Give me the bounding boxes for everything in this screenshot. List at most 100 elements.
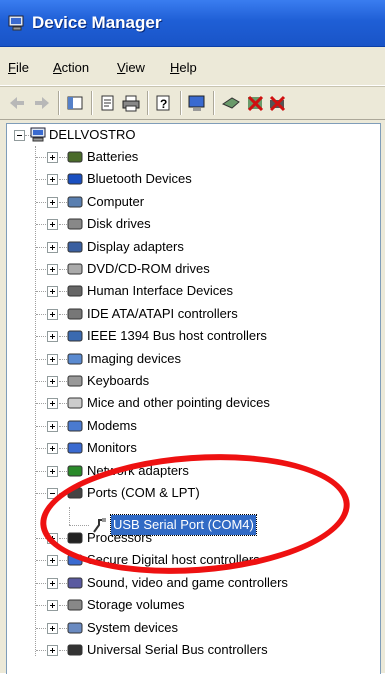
tree-connector: [59, 470, 67, 473]
usb-serial-port-label: USB Serial Port (COM4): [110, 514, 257, 536]
tree-category-row[interactable]: Disk drives: [7, 214, 367, 234]
sound-icon: [67, 577, 83, 589]
collapse-icon[interactable]: [14, 130, 25, 141]
expand-icon[interactable]: [47, 331, 58, 343]
expand-icon[interactable]: [47, 286, 58, 298]
expand-icon[interactable]: [47, 645, 58, 656]
tree-category-row[interactable]: Storage volumes: [7, 595, 367, 615]
expand-icon[interactable]: [47, 308, 58, 320]
toolbar-separator: [58, 91, 60, 115]
tree-connector: [59, 291, 67, 293]
expand-icon[interactable]: [47, 465, 58, 477]
help-icon[interactable]: ?: [155, 94, 173, 112]
tree-root-row[interactable]: DELLVOSTRO: [7, 125, 367, 145]
tree-category-label: Secure Digital host controllers: [87, 552, 260, 568]
tree-category-label: Batteries: [87, 149, 139, 164]
expand-icon[interactable]: [47, 622, 58, 634]
collapse-icon[interactable]: [47, 488, 58, 499]
expand-icon[interactable]: [47, 555, 58, 567]
tree-connector: [36, 157, 46, 159]
tree-connector: [36, 224, 46, 226]
hid-icon: [67, 285, 83, 297]
menu-help[interactable]: Help: [170, 60, 197, 75]
tree-connector: [36, 269, 46, 271]
tree-connector: [59, 650, 67, 652]
tree-category-row[interactable]: Display adapters: [7, 237, 367, 257]
tree-category-label: Mice and other pointing devices: [87, 395, 270, 411]
mouse-icon: [67, 397, 83, 409]
menu-file[interactable]: File: [8, 60, 29, 75]
tree-category-row[interactable]: Human Interface Devices: [7, 281, 367, 301]
tree-connector: [59, 560, 67, 562]
battery-icon: [67, 151, 83, 163]
tree-connector: [36, 246, 46, 249]
expand-icon[interactable]: [47, 152, 58, 163]
disable-icon[interactable]: [268, 94, 286, 112]
expand-icon[interactable]: [47, 174, 58, 186]
tree-category-row[interactable]: Mice and other pointing devices: [7, 393, 367, 413]
tree-category-label: Universal Serial Bus controllers: [87, 642, 268, 657]
title-bar[interactable]: Device Manager: [0, 0, 385, 47]
menu-action[interactable]: Action: [53, 60, 89, 75]
expand-icon[interactable]: [47, 196, 58, 208]
tree-connector: [59, 627, 67, 630]
toolbar: ?: [0, 86, 385, 120]
expand-icon[interactable]: [47, 264, 58, 275]
tree-category-label: DVD/CD-ROM drives: [87, 261, 210, 276]
tree-category-row[interactable]: System devices: [7, 618, 367, 638]
menu-view[interactable]: View: [117, 60, 145, 75]
tree-category-row[interactable]: Keyboards: [7, 371, 367, 391]
tree-category-row[interactable]: Monitors: [7, 438, 367, 458]
bluetooth-icon: [67, 173, 83, 185]
update-driver-icon[interactable]: [222, 94, 240, 112]
tree-connector: [36, 291, 46, 293]
tree-connector: [36, 605, 46, 607]
expand-icon[interactable]: [47, 443, 58, 455]
tree-category-label: Ports (COM & LPT): [87, 485, 200, 500]
print-icon[interactable]: [122, 94, 140, 112]
tree-category-row[interactable]: Sound, video and game controllers: [7, 573, 367, 593]
tree-category-label: Modems: [87, 417, 137, 433]
expand-icon[interactable]: [47, 241, 58, 253]
toolbar-separator: [213, 91, 215, 115]
tree-category-row[interactable]: Computer: [7, 192, 367, 212]
tree-connector: [59, 269, 67, 271]
tree-category-label: Disk drives: [87, 216, 151, 232]
expand-icon[interactable]: [47, 577, 58, 589]
tree-category-label: System devices: [87, 619, 179, 635]
sd-host-icon: [67, 554, 83, 566]
tree-category-row[interactable]: Universal Serial Bus controllers: [7, 640, 367, 660]
back-icon[interactable]: [8, 94, 26, 112]
expand-icon[interactable]: [47, 219, 58, 231]
port-connector-icon: [93, 518, 106, 533]
tree-category-row[interactable]: Ports (COM & LPT): [7, 483, 367, 503]
tree-connector: [36, 538, 46, 540]
tree-category-row[interactable]: DVD/CD-ROM drives: [7, 259, 367, 279]
tree-connector: [36, 381, 46, 383]
expand-icon[interactable]: [47, 600, 58, 612]
properties-icon[interactable]: [99, 94, 117, 112]
tree-category-row[interactable]: IEEE 1394 Bus host controllers: [7, 326, 367, 346]
modem-icon: [67, 420, 83, 432]
tree-category-row[interactable]: Secure Digital host controllers: [7, 550, 367, 570]
tree-category-row[interactable]: IDE ATA/ATAPI controllers: [7, 304, 367, 324]
tree-category-row[interactable]: Modems: [7, 416, 367, 436]
expand-icon[interactable]: [47, 376, 58, 387]
tree-category-row[interactable]: Batteries: [7, 147, 367, 167]
tree-child-row-usb-serial-port[interactable]: USB Serial Port (COM4): [7, 514, 367, 536]
tree-category-label: IDE ATA/ATAPI controllers: [87, 305, 238, 321]
show-hide-console-tree-icon[interactable]: [66, 94, 84, 112]
tree-category-row[interactable]: Bluetooth Devices: [7, 169, 367, 189]
tree-category-row[interactable]: Imaging devices: [7, 349, 367, 369]
tree-category-row[interactable]: Network adapters: [7, 461, 367, 481]
expand-icon[interactable]: [47, 353, 58, 365]
scan-hardware-icon[interactable]: [188, 94, 206, 112]
tree-connector: [36, 470, 46, 473]
forward-icon[interactable]: [33, 94, 51, 112]
tree-connector: [59, 381, 67, 383]
expand-icon[interactable]: [47, 398, 58, 410]
expand-icon[interactable]: [47, 420, 58, 432]
uninstall-icon[interactable]: [246, 94, 264, 112]
tree-connector: [59, 157, 67, 159]
tree-category-label: Monitors: [87, 440, 137, 456]
